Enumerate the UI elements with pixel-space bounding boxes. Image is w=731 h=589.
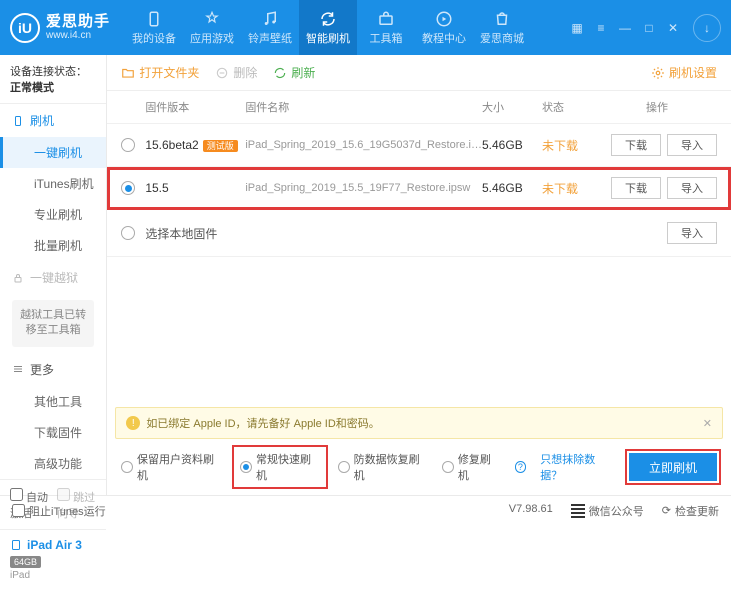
th-status: 状态	[542, 99, 597, 115]
download-button[interactable]: 下载	[611, 134, 661, 156]
lock-icon	[12, 272, 24, 284]
toolbar: 打开文件夹 删除 刷新 刷机设置	[107, 55, 731, 91]
nav-flash[interactable]: 智能刷机	[299, 0, 357, 55]
warning-icon: !	[126, 416, 140, 430]
version-label: V7.98.61	[509, 503, 553, 519]
sidebar-group-more[interactable]: 更多	[0, 353, 106, 386]
fw-version: 15.6beta2测试版	[145, 138, 245, 152]
sidebar-item-advanced[interactable]: 高级功能	[0, 448, 106, 479]
nav-store[interactable]: 爱思商城	[473, 0, 531, 55]
nav-my-device[interactable]: 我的设备	[125, 0, 183, 55]
refresh-icon	[273, 66, 287, 80]
firmware-row[interactable]: 15.6beta2测试版 iPad_Spring_2019_15.6_19G50…	[107, 124, 731, 167]
firmware-radio[interactable]	[121, 138, 135, 152]
mode-keep-data[interactable]: 保留用户资料刷机	[121, 451, 222, 483]
flash-now-button[interactable]: 立即刷机	[629, 453, 717, 481]
connection-status: 设备连接状态：正常模式	[0, 55, 106, 104]
main-panel: 打开文件夹 删除 刷新 刷机设置 固件版本 固件名称 大小 状态 操作	[107, 55, 731, 495]
mode-repair[interactable]: 修复刷机	[442, 451, 500, 483]
th-size: 大小	[482, 99, 542, 115]
sidebar-item-batch-flash[interactable]: 批量刷机	[0, 230, 106, 261]
refresh-button[interactable]: 刷新	[273, 64, 315, 81]
fw-status: 未下载	[542, 137, 597, 154]
th-name: 固件名称	[245, 99, 482, 115]
tablet-icon	[10, 539, 22, 551]
sidebar-item-other-tools[interactable]: 其他工具	[0, 386, 106, 417]
sidebar: 设备连接状态：正常模式 刷机 一键刷机 iTunes刷机 专业刷机 批量刷机 一…	[0, 55, 107, 495]
firmware-row-selected[interactable]: 15.5 iPad_Spring_2019_15.5_19F77_Restore…	[107, 167, 731, 210]
flash-mode-bar: 保留用户资料刷机 常规快速刷机 防数据恢复刷机 修复刷机 ? 只想抹除数据？ 立…	[107, 439, 731, 495]
import-button[interactable]: 导入	[667, 177, 717, 199]
erase-only-link[interactable]: 只想抹除数据？	[540, 451, 615, 483]
block-itunes-checkbox[interactable]: 阻止iTunes运行	[12, 503, 106, 519]
download-indicator-icon[interactable]: ↓	[693, 14, 721, 42]
fw-name: iPad_Spring_2019_15.6_19G5037d_Restore.i…	[245, 139, 482, 151]
import-button[interactable]: 导入	[667, 134, 717, 156]
download-button[interactable]: 下载	[611, 177, 661, 199]
import-button[interactable]: 导入	[667, 222, 717, 244]
brand-logo: iU 爱思助手 www.i4.cn	[10, 13, 110, 43]
flash-settings-button[interactable]: 刷机设置	[651, 64, 717, 81]
menu-icon[interactable]: ▦	[567, 18, 587, 38]
brand-name: 爱思助手	[46, 14, 110, 31]
list-icon	[12, 363, 24, 375]
local-firmware-row[interactable]: 选择本地固件 导入	[107, 210, 731, 257]
wechat-link[interactable]: 微信公众号	[571, 503, 644, 519]
fw-size: 5.46GB	[482, 138, 542, 152]
nav-apps[interactable]: 应用游戏	[183, 0, 241, 55]
device-type: iPad	[10, 570, 96, 581]
sidebar-item-download-fw[interactable]: 下载固件	[0, 417, 106, 448]
nav-tutorials[interactable]: 教程中心	[415, 0, 473, 55]
folder-icon	[121, 66, 135, 80]
sidebar-item-oneclick-flash[interactable]: 一键刷机	[0, 137, 106, 168]
minimize-icon[interactable]: —	[615, 18, 635, 38]
beta-tag: 测试版	[203, 140, 238, 152]
firmware-radio[interactable]	[121, 181, 135, 195]
fw-status: 未下载	[542, 180, 597, 197]
fw-name: iPad_Spring_2019_15.5_19F77_Restore.ipsw	[245, 182, 482, 194]
info-icon[interactable]: ?	[515, 461, 527, 473]
local-firmware-label: 选择本地固件	[145, 225, 217, 242]
gear-icon	[651, 66, 665, 80]
settings-icon[interactable]: ≡	[591, 18, 611, 38]
local-firmware-radio[interactable]	[121, 226, 135, 240]
phone-icon	[12, 115, 24, 127]
sidebar-item-itunes-flash[interactable]: iTunes刷机	[0, 168, 106, 199]
maximize-icon[interactable]: □	[639, 18, 659, 38]
sidebar-group-flash[interactable]: 刷机	[0, 104, 106, 137]
delete-button[interactable]: 删除	[215, 64, 257, 81]
mode-anti-recover[interactable]: 防数据恢复刷机	[338, 451, 428, 483]
apple-id-notice: ! 如已绑定 Apple ID，请先备好 Apple ID和密码。 ✕	[115, 407, 723, 439]
sidebar-group-jailbreak[interactable]: 一键越狱	[0, 261, 106, 294]
device-info[interactable]: iPad Air 3 64GB iPad	[0, 529, 106, 589]
fw-version: 15.5	[145, 181, 245, 195]
notice-close-icon[interactable]: ✕	[703, 417, 712, 430]
sidebar-item-pro-flash[interactable]: 专业刷机	[0, 199, 106, 230]
window-controls: ▦ ≡ — □ ✕ ↓	[567, 14, 721, 42]
storage-badge: 64GB	[10, 556, 41, 568]
statusbar: 阻止iTunes运行 V7.98.61 微信公众号 ⟳ 检查更新	[0, 495, 731, 525]
th-version: 固件版本	[145, 99, 245, 115]
fw-size: 5.46GB	[482, 181, 542, 195]
titlebar: iU 爱思助手 www.i4.cn 我的设备 应用游戏 铃声壁纸 智能刷机 工具…	[0, 0, 731, 55]
nav-ringtones[interactable]: 铃声壁纸	[241, 0, 299, 55]
logo-icon: iU	[10, 13, 40, 43]
firmware-table-header: 固件版本 固件名称 大小 状态 操作	[107, 91, 731, 124]
mode-normal[interactable]: 常规快速刷机	[236, 449, 324, 485]
jailbreak-moved-note: 越狱工具已转移至工具箱	[12, 300, 94, 347]
open-folder-button[interactable]: 打开文件夹	[121, 64, 199, 81]
close-icon[interactable]: ✕	[663, 18, 683, 38]
check-update-link[interactable]: ⟳ 检查更新	[662, 503, 719, 519]
brand-url: www.i4.cn	[46, 30, 110, 41]
nav-toolbox[interactable]: 工具箱	[357, 0, 415, 55]
qr-icon	[571, 504, 585, 518]
main-nav: 我的设备 应用游戏 铃声壁纸 智能刷机 工具箱 教程中心 爱思商城	[125, 0, 531, 55]
delete-icon	[215, 66, 229, 80]
th-ops: 操作	[597, 99, 717, 115]
